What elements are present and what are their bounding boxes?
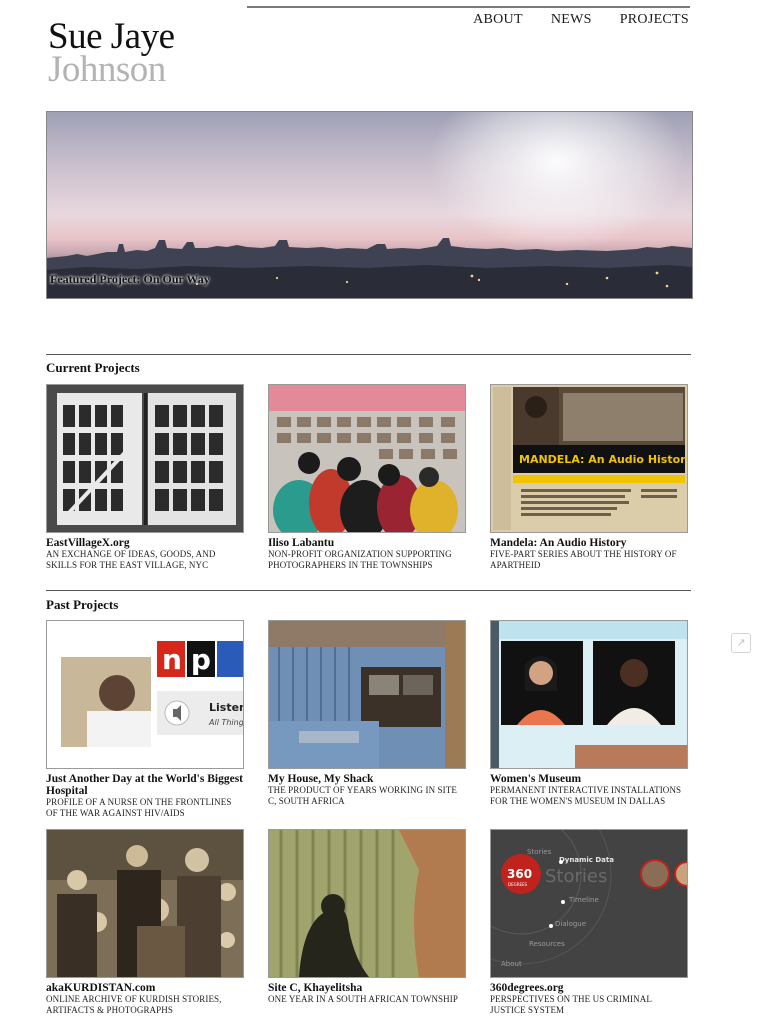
npr-subtitle-text: All Things [208, 718, 243, 727]
project-thumbnail[interactable] [268, 829, 466, 978]
project-card[interactable]: My House, My Shack THE PRODUCT OF YEARS … [268, 620, 466, 806]
project-name[interactable]: EastVillageX.org [46, 537, 244, 549]
project-thumbnail[interactable]: MANDELA: An Audio History [490, 384, 688, 533]
project-description: THE PRODUCT OF YEARS WORKING IN SITE C, … [268, 785, 457, 806]
project-name[interactable]: Site C, Khayelitsha [268, 982, 466, 994]
360-timeline-label: Timeline [568, 896, 599, 904]
360-resources-label: Resources [529, 940, 565, 948]
project-name[interactable]: 360degrees.org [490, 982, 688, 994]
npr-listen-text: Listen [209, 701, 243, 714]
project-description: PERSPECTIVES ON THE US CRIMINAL JUSTICE … [490, 994, 652, 1015]
project-card[interactable]: MANDELA: An Audio History Mandela: An Au… [490, 384, 688, 570]
project-name[interactable]: akaKURDISTAN.com [46, 982, 244, 994]
shack-image [269, 621, 465, 768]
360-dynamic-data-label: Dynamic Data [559, 856, 614, 864]
360-about-label: About [501, 960, 522, 968]
site-logo[interactable]: Sue Jaye Johnson [48, 18, 175, 88]
project-thumbnail[interactable]: np Listen All Things [46, 620, 244, 769]
mandela-audio-history-image: MANDELA: An Audio History [491, 385, 687, 532]
project-thumbnail[interactable] [46, 829, 244, 978]
project-name[interactable]: Women's Museum [490, 773, 688, 785]
mandela-thumb-title: MANDELA: An Audio History [519, 453, 687, 466]
womens-museum-image [491, 621, 687, 768]
nav-about[interactable]: ABOUT [473, 12, 523, 28]
nav-news[interactable]: NEWS [551, 12, 592, 28]
project-card[interactable]: Iliso Labantu NON-PROFIT ORGANIZATION SU… [268, 384, 466, 570]
featured-project-hero[interactable]: Featured Project: On Our Way [46, 111, 693, 299]
project-card[interactable]: np Listen All Things Just Another Day at… [46, 620, 244, 818]
360degrees-image: 360 DEGREES Stories Stories Dynamic Data… [491, 830, 687, 977]
project-card[interactable]: Site C, Khayelitsha ONE YEAR IN A SOUTH … [268, 829, 466, 1005]
iliso-labantu-image [269, 385, 465, 532]
project-description: PROFILE OF A NURSE ON THE FRONTLINES OF … [46, 797, 232, 818]
360-dialogue-label: Dialogue [555, 920, 586, 928]
project-thumbnail[interactable] [268, 620, 466, 769]
npr-hospital-image: np Listen All Things [47, 621, 243, 768]
nav-projects[interactable]: PROJECTS [620, 12, 689, 28]
project-card[interactable]: akaKURDISTAN.com ONLINE ARCHIVE OF KURDI… [46, 829, 244, 1015]
project-thumbnail[interactable] [268, 384, 466, 533]
project-thumbnail[interactable]: 360 DEGREES Stories Stories Dynamic Data… [490, 829, 688, 978]
share-icon[interactable]: ↗ [731, 633, 751, 653]
project-description: AN EXCHANGE OF IDEAS, GOODS, AND SKILLS … [46, 549, 216, 570]
east-village-map-image [47, 385, 243, 532]
main-nav: ABOUT NEWS PROJECTS [473, 12, 689, 28]
project-description: PERMANENT INTERACTIVE INSTALLATIONS FOR … [490, 785, 682, 806]
hero-caption: Featured Project: On Our Way [50, 272, 210, 286]
npr-logo-text: np [162, 643, 220, 676]
current-projects-title: Current Projects [46, 360, 140, 375]
project-card[interactable]: Women's Museum PERMANENT INTERACTIVE INS… [490, 620, 688, 806]
project-description: NON-PROFIT ORGANIZATION SUPPORTING PHOTO… [268, 549, 452, 570]
project-name[interactable]: Mandela: An Audio History [490, 537, 688, 549]
360-stories-heading: Stories [545, 866, 607, 887]
kurdistan-family-image [47, 830, 243, 977]
project-description: FIVE-PART SERIES ABOUT THE HISTORY OF AP… [490, 549, 677, 570]
360-logo-text: 360 [507, 867, 532, 881]
khayelitsha-image [269, 830, 465, 977]
project-card[interactable]: EastVillageX.org AN EXCHANGE OF IDEAS, G… [46, 384, 244, 570]
project-name[interactable]: My House, My Shack [268, 773, 466, 785]
360-stories-label: Stories [527, 848, 552, 856]
project-name[interactable]: Just Another Day at the World's Biggest … [46, 773, 244, 797]
current-projects-rule [46, 354, 691, 355]
logo-line-2: Johnson [48, 49, 166, 90]
past-projects-rule [46, 590, 691, 591]
project-thumbnail[interactable] [490, 620, 688, 769]
360-logo-subtext: DEGREES [508, 882, 528, 887]
project-card[interactable]: 360 DEGREES Stories Stories Dynamic Data… [490, 829, 688, 1015]
past-projects-title: Past Projects [46, 597, 119, 612]
header-rule [247, 6, 690, 8]
project-name[interactable]: Iliso Labantu [268, 537, 466, 549]
project-description: ONLINE ARCHIVE OF KURDISH STORIES, ARTIF… [46, 994, 222, 1015]
project-thumbnail[interactable] [46, 384, 244, 533]
project-description: ONE YEAR IN A SOUTH AFRICAN TOWNSHIP [268, 994, 458, 1004]
